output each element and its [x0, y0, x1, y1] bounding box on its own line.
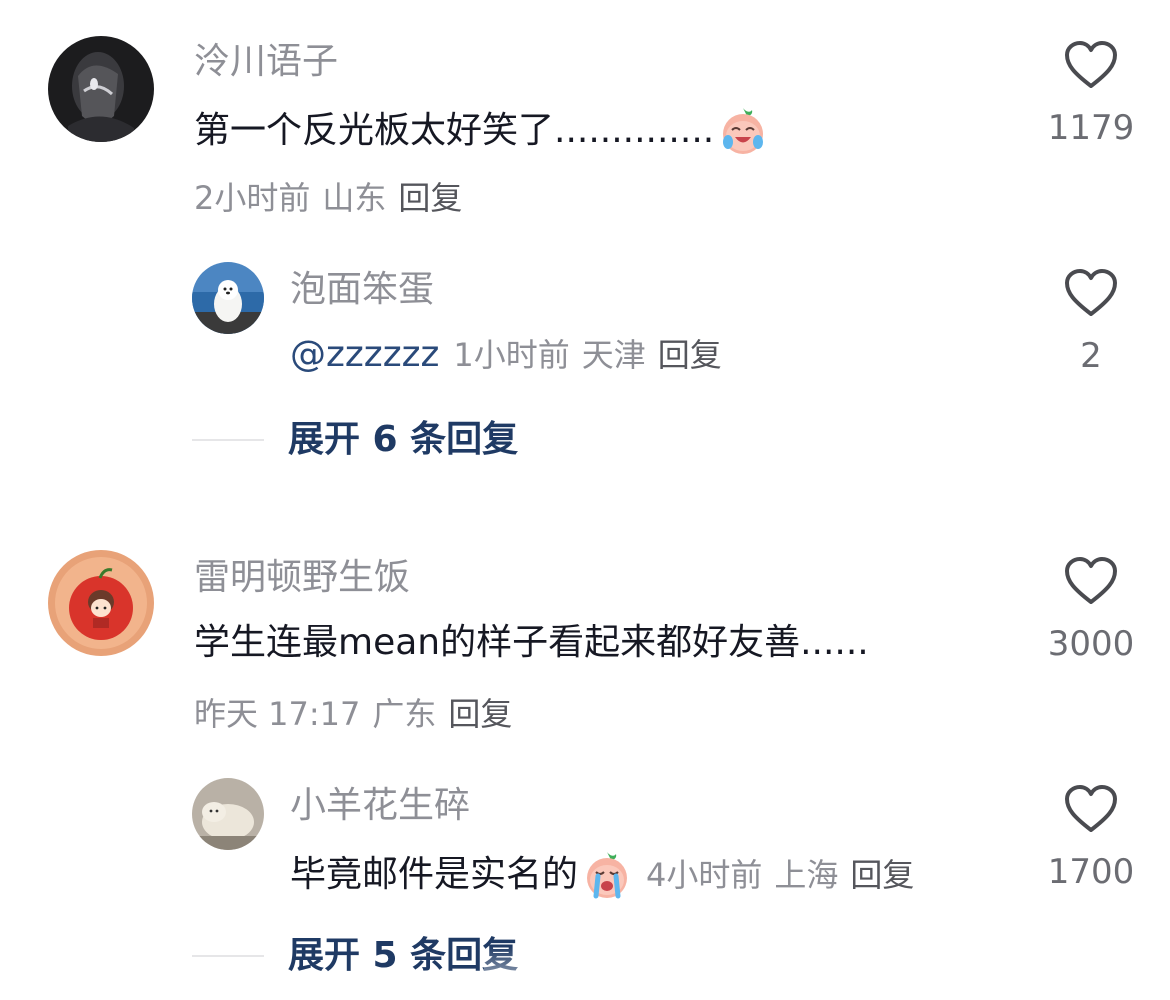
reply-username[interactable]: 小羊花生碎: [290, 784, 470, 828]
reply-button[interactable]: 回复: [448, 695, 512, 733]
like-heart-icon[interactable]: [1064, 784, 1118, 834]
like-count: 2: [1080, 336, 1102, 376]
reply-time: 1小时前: [453, 336, 570, 374]
reply-button[interactable]: 回复: [658, 336, 722, 374]
like-count: 1179: [1047, 108, 1135, 148]
comment-time: 昨天 17:17: [194, 695, 361, 733]
divider-line: [192, 439, 264, 441]
reply-meta: 4小时前 上海 回复: [646, 852, 926, 898]
reply-location: 上海: [774, 856, 839, 894]
expand-replies-label[interactable]: 展开 6 条回复: [288, 418, 518, 462]
comment-username[interactable]: 泠川语子: [194, 40, 338, 84]
comment-text: 第一个反光板太好笑了..............: [194, 104, 770, 158]
comment-text-content: 第一个反光板太好笑了..............: [194, 110, 715, 151]
comment-username[interactable]: 雷明顿野生饭: [194, 556, 410, 600]
crying-peach-emoji-icon: [580, 848, 634, 902]
reply-line: 毕竟邮件是实名的 4小时前 上海 回复: [290, 848, 926, 902]
divider-line: [192, 955, 264, 957]
reply-username[interactable]: 泡面笨蛋: [290, 268, 434, 312]
comment-text: 学生连最mean的样子看起来都好友善......: [194, 620, 869, 666]
reply-button[interactable]: 回复: [850, 856, 914, 894]
watermark-overlay: [484, 946, 684, 1000]
comment-meta: 昨天 17:17 广东 回复: [194, 694, 524, 734]
expand-replies-button[interactable]: 展开 5 条回复: [192, 934, 518, 978]
reply-button[interactable]: 回复: [398, 179, 462, 217]
mention-link[interactable]: @zzzzzz: [290, 332, 439, 378]
avatar[interactable]: [192, 778, 264, 850]
reply-text-content: 毕竟邮件是实名的: [290, 854, 579, 895]
comment-location: 山东: [322, 179, 387, 217]
expand-replies-button[interactable]: 展开 6 条回复: [192, 418, 518, 462]
like-heart-icon[interactable]: [1064, 40, 1118, 90]
comment-meta: 2小时前 山东 回复: [194, 178, 474, 218]
avatar[interactable]: [48, 36, 154, 142]
comment-location: 广东: [372, 695, 437, 733]
like-count: 1700: [1047, 852, 1135, 892]
like-heart-icon[interactable]: [1064, 556, 1118, 606]
avatar[interactable]: [192, 262, 264, 334]
comment-text-content: 学生连最mean的样子看起来都好友善......: [194, 622, 869, 663]
reply-time: 4小时前: [646, 856, 763, 894]
reply-meta: 1小时前 天津 回复: [453, 332, 733, 378]
reply-line: @zzzzzz 1小时前 天津 回复: [290, 332, 734, 378]
like-count: 3000: [1047, 624, 1135, 664]
avatar[interactable]: [48, 550, 154, 656]
comment-time: 2小时前: [194, 179, 311, 217]
like-heart-icon[interactable]: [1064, 268, 1118, 318]
crying-laughing-peach-emoji-icon: [716, 104, 770, 158]
reply-location: 天津: [581, 336, 646, 374]
